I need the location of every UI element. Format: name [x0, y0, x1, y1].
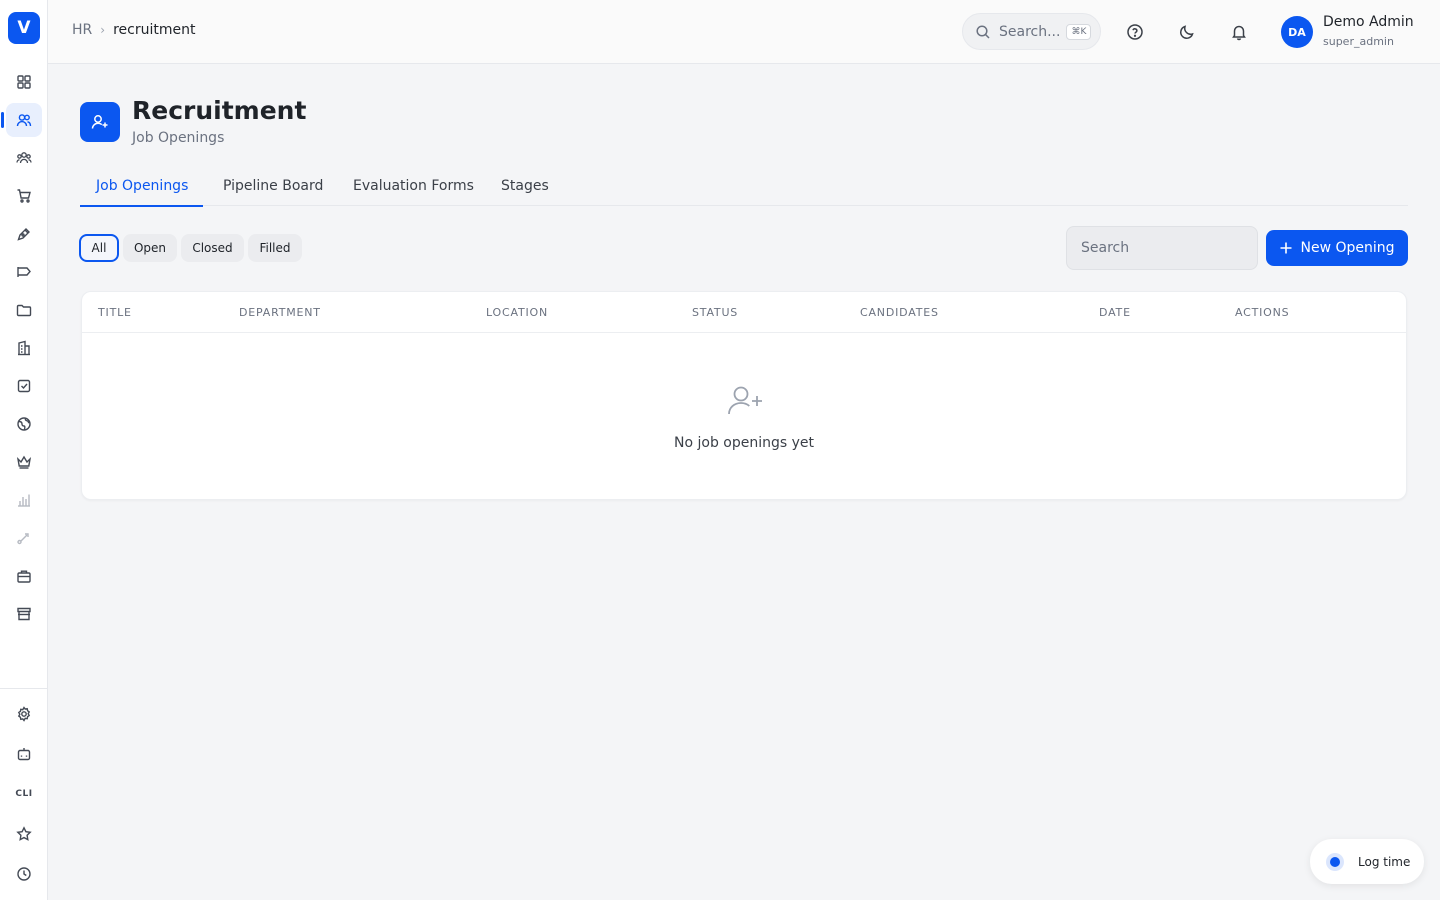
column-header-date: DATE — [1099, 306, 1131, 319]
filter-open[interactable]: Open — [123, 234, 177, 262]
search-icon — [976, 24, 990, 39]
sidebar-item-hr[interactable] — [1, 103, 42, 137]
top-header: HR › recruitment Search... ⌘K DA Demo Ad… — [48, 0, 1440, 64]
sidebar-item-favorites[interactable] — [6, 817, 42, 851]
star-icon — [16, 826, 32, 841]
folder-icon — [16, 304, 32, 317]
sidebar-item-content[interactable] — [6, 217, 42, 251]
cli-label: CLI — [15, 789, 33, 799]
tab-evaluation-forms[interactable]: Evaluation Forms — [353, 172, 474, 206]
tab-job-openings[interactable]: Job Openings — [80, 172, 203, 207]
help-circle-icon — [1127, 24, 1143, 40]
sidebar-item-company[interactable] — [6, 331, 42, 365]
timer-icon — [1326, 852, 1344, 871]
tab-stages[interactable]: Stages — [501, 172, 549, 206]
clock-icon — [17, 867, 31, 881]
table-header: TITLE DEPARTMENT LOCATION STATUS CANDIDA… — [82, 292, 1406, 333]
briefcase-icon — [17, 570, 31, 583]
sidebar-item-store[interactable] — [6, 597, 42, 631]
bot-icon — [17, 748, 31, 761]
sidebar-item-settings[interactable] — [6, 697, 42, 731]
gear-icon — [17, 706, 31, 722]
users-icon — [16, 114, 32, 127]
filter-closed[interactable]: Closed — [181, 234, 244, 262]
column-header-actions: ACTIONS — [1235, 306, 1290, 319]
plus-icon — [1280, 242, 1292, 254]
route-icon — [17, 533, 29, 545]
column-header-candidates: CANDIDATES — [860, 306, 939, 319]
page-icon — [80, 102, 120, 142]
sidebar-item-bots[interactable] — [6, 737, 42, 771]
sidebar-item-web[interactable] — [6, 407, 42, 441]
user-role: super_admin — [1323, 35, 1394, 48]
sidebar-item-analytics[interactable] — [6, 483, 42, 517]
sidebar-item-cli[interactable]: CLI — [6, 777, 42, 811]
building-icon — [18, 340, 30, 356]
cart-icon — [17, 189, 31, 203]
user-plus-icon — [91, 115, 108, 129]
breadcrumb-current: recruitment — [113, 22, 196, 38]
chevron-right-icon: › — [100, 23, 106, 37]
crown-icon — [16, 455, 32, 469]
column-header-title: TITLE — [98, 306, 132, 319]
user-avatar[interactable]: DA — [1281, 16, 1313, 48]
sidebar-item-premium[interactable] — [6, 445, 42, 479]
tab-pipeline-board[interactable]: Pipeline Board — [223, 172, 323, 206]
checkbox-icon — [17, 379, 31, 393]
openings-search-input[interactable] — [1066, 226, 1258, 270]
user-plus-icon — [728, 386, 762, 415]
moon-icon — [1180, 25, 1194, 39]
empty-state-message: No job openings yet — [674, 435, 814, 451]
notifications-button[interactable] — [1227, 20, 1251, 44]
sidebar-item-products[interactable] — [6, 559, 42, 593]
bell-icon — [1232, 25, 1246, 41]
sidebar-item-files[interactable] — [6, 293, 42, 327]
pen-icon — [17, 228, 30, 241]
sidebar-item-history[interactable] — [6, 857, 42, 891]
new-opening-button[interactable]: New Opening — [1266, 230, 1408, 266]
job-openings-table: TITLE DEPARTMENT LOCATION STATUS CANDIDA… — [81, 291, 1407, 500]
new-opening-label: New Opening — [1300, 240, 1395, 256]
tab-bar: Job Openings Pipeline Board Evaluation F… — [80, 172, 1408, 207]
column-header-department: DEPARTMENT — [239, 306, 321, 319]
sidebar-item-tasks[interactable] — [6, 369, 42, 403]
log-time-button[interactable]: Log time — [1310, 839, 1424, 884]
app-logo[interactable]: V — [8, 12, 40, 44]
log-time-label: Log time — [1358, 854, 1411, 869]
sidebar-item-workflows[interactable] — [6, 521, 42, 555]
global-search-button[interactable]: Search... ⌘K — [962, 13, 1101, 50]
help-button[interactable] — [1123, 20, 1147, 44]
global-search-placeholder: Search... — [999, 23, 1061, 40]
globe-icon — [17, 417, 31, 431]
grid-icon — [17, 75, 31, 89]
store-icon — [17, 607, 31, 621]
page-title: Recruitment — [132, 96, 307, 125]
search-shortcut-badge: ⌘K — [1066, 23, 1092, 40]
page-subtitle: Job Openings — [132, 130, 225, 146]
breadcrumb-parent[interactable]: HR — [72, 22, 92, 38]
sidebar-item-dashboard[interactable] — [6, 65, 42, 99]
filter-all[interactable]: All — [79, 234, 119, 262]
sidebar: V CLI — [0, 0, 48, 900]
bar-chart-icon — [18, 494, 30, 507]
sidebar-divider — [0, 688, 47, 689]
column-header-status: STATUS — [692, 306, 739, 319]
megaphone-icon — [17, 267, 31, 277]
column-header-location: LOCATION — [486, 306, 548, 319]
theme-toggle-button[interactable] — [1175, 20, 1199, 44]
user-name[interactable]: Demo Admin — [1323, 14, 1414, 30]
sidebar-item-marketing[interactable] — [6, 255, 42, 289]
breadcrumb: HR › recruitment — [72, 22, 195, 38]
filter-filled[interactable]: Filled — [248, 234, 302, 262]
team-icon — [16, 152, 32, 164]
sidebar-item-sales[interactable] — [6, 179, 42, 213]
sidebar-item-teams[interactable] — [6, 141, 42, 175]
